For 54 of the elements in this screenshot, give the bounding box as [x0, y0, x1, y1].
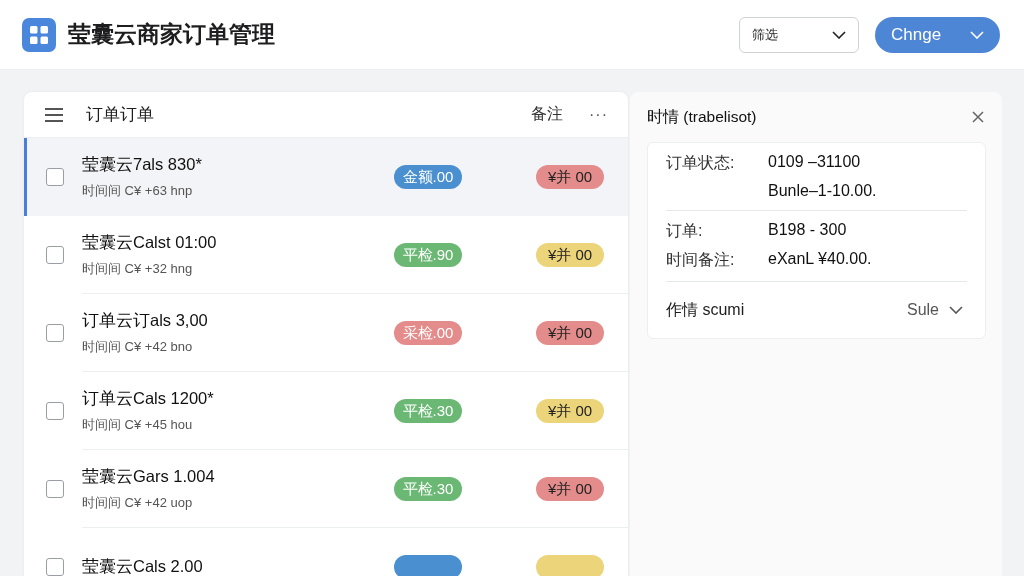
order-title: 莹囊云Gars 1.004 — [82, 466, 216, 487]
field-label: 订单: — [666, 221, 704, 241]
amount-tag: ¥并 00 — [536, 243, 604, 267]
order-subtitle: 时间间 C¥ +42 bno — [82, 338, 194, 356]
order-title: 莹囊云Cals 2.00 — [82, 556, 204, 576]
amount-tag: 平检.30 — [394, 477, 462, 501]
order-title: 订单云Cals 1200* — [82, 388, 215, 409]
order-title: 订单云订als 3,00 — [82, 310, 209, 331]
field-label: 订单状态: — [666, 153, 736, 173]
checkbox[interactable] — [46, 402, 64, 420]
amount-tag: ¥并 00 — [536, 321, 604, 345]
app-logo-icon — [22, 17, 56, 52]
field-label: 时间备注: — [666, 250, 736, 270]
chevron-down-icon — [970, 30, 984, 39]
amount-tag: ¥并 00 — [536, 477, 604, 501]
order-row[interactable]: 订单云订als 3,00 时间间 C¥ +42 bno 采检.00 ¥并 00 — [24, 294, 628, 372]
detail-title: 时情 (trabelisot) — [647, 106, 757, 127]
more-options-icon[interactable]: ··· — [589, 105, 608, 124]
chevron-down-icon — [832, 30, 846, 39]
footer-label: 作情 scumi — [666, 299, 745, 320]
checkbox[interactable] — [46, 480, 64, 498]
amount-tag: ¥并 00 — [536, 399, 604, 423]
field-value: 0109 –31100 — [768, 153, 862, 172]
chevron-down-icon — [949, 306, 963, 314]
field-value: B198 - 300 — [768, 221, 848, 240]
order-subtitle: 时间间 C¥ +42 uop — [82, 494, 194, 512]
amount-tag: 平检.30 — [394, 399, 462, 423]
field-value: eXanL ¥40.00. — [768, 250, 873, 269]
checkbox[interactable] — [46, 324, 64, 342]
footer-dropdown[interactable]: Sule — [906, 301, 963, 319]
order-title: 莹囊云Calst 01:00 — [82, 232, 218, 253]
filter-dropdown[interactable]: 筛选 — [739, 16, 859, 53]
order-title: 莹囊云7als 830* — [82, 154, 203, 175]
amount-tag: 平检.90 — [394, 243, 462, 267]
order-subtitle: 时间间 C¥ +63 hnp — [82, 182, 194, 200]
order-row[interactable]: 订单云Cals 1200* 时间间 C¥ +45 hou 平检.30 ¥并 00 — [24, 372, 628, 450]
list-title: 订单订单 — [86, 104, 155, 126]
checkbox[interactable] — [46, 558, 64, 576]
amount-tag: 金额.00 — [394, 165, 462, 189]
order-row[interactable]: 莹囊云Calst 01:00 时间间 C¥ +32 hng 平检.90 ¥并 00 — [24, 216, 628, 294]
field-value: Bunle–1-10.00. — [768, 182, 878, 200]
close-icon[interactable] — [972, 111, 984, 123]
amount-tag: 采检.00 — [394, 321, 462, 345]
checkbox[interactable] — [46, 168, 64, 186]
order-subtitle: 时间间 C¥ +45 hou — [82, 416, 194, 434]
order-row[interactable]: 莹囊云7als 830* 时间间 C¥ +63 hnp 金额.00 ¥并 00 — [24, 138, 628, 216]
order-row[interactable]: 莹囊云Gars 1.004 时间间 C¥ +42 uop 平检.30 ¥并 00 — [24, 450, 628, 528]
amount-tag: ¥并 00 — [536, 165, 604, 189]
checkbox[interactable] — [46, 246, 64, 264]
action-dropdown-button[interactable]: Chnge — [875, 16, 1000, 53]
order-subtitle: 时间间 C¥ +32 hng — [82, 260, 194, 278]
app-title: 莹囊云商家订单管理 — [68, 20, 276, 49]
note-column-label: 备注 — [531, 104, 563, 124]
menu-icon[interactable] — [44, 106, 64, 123]
